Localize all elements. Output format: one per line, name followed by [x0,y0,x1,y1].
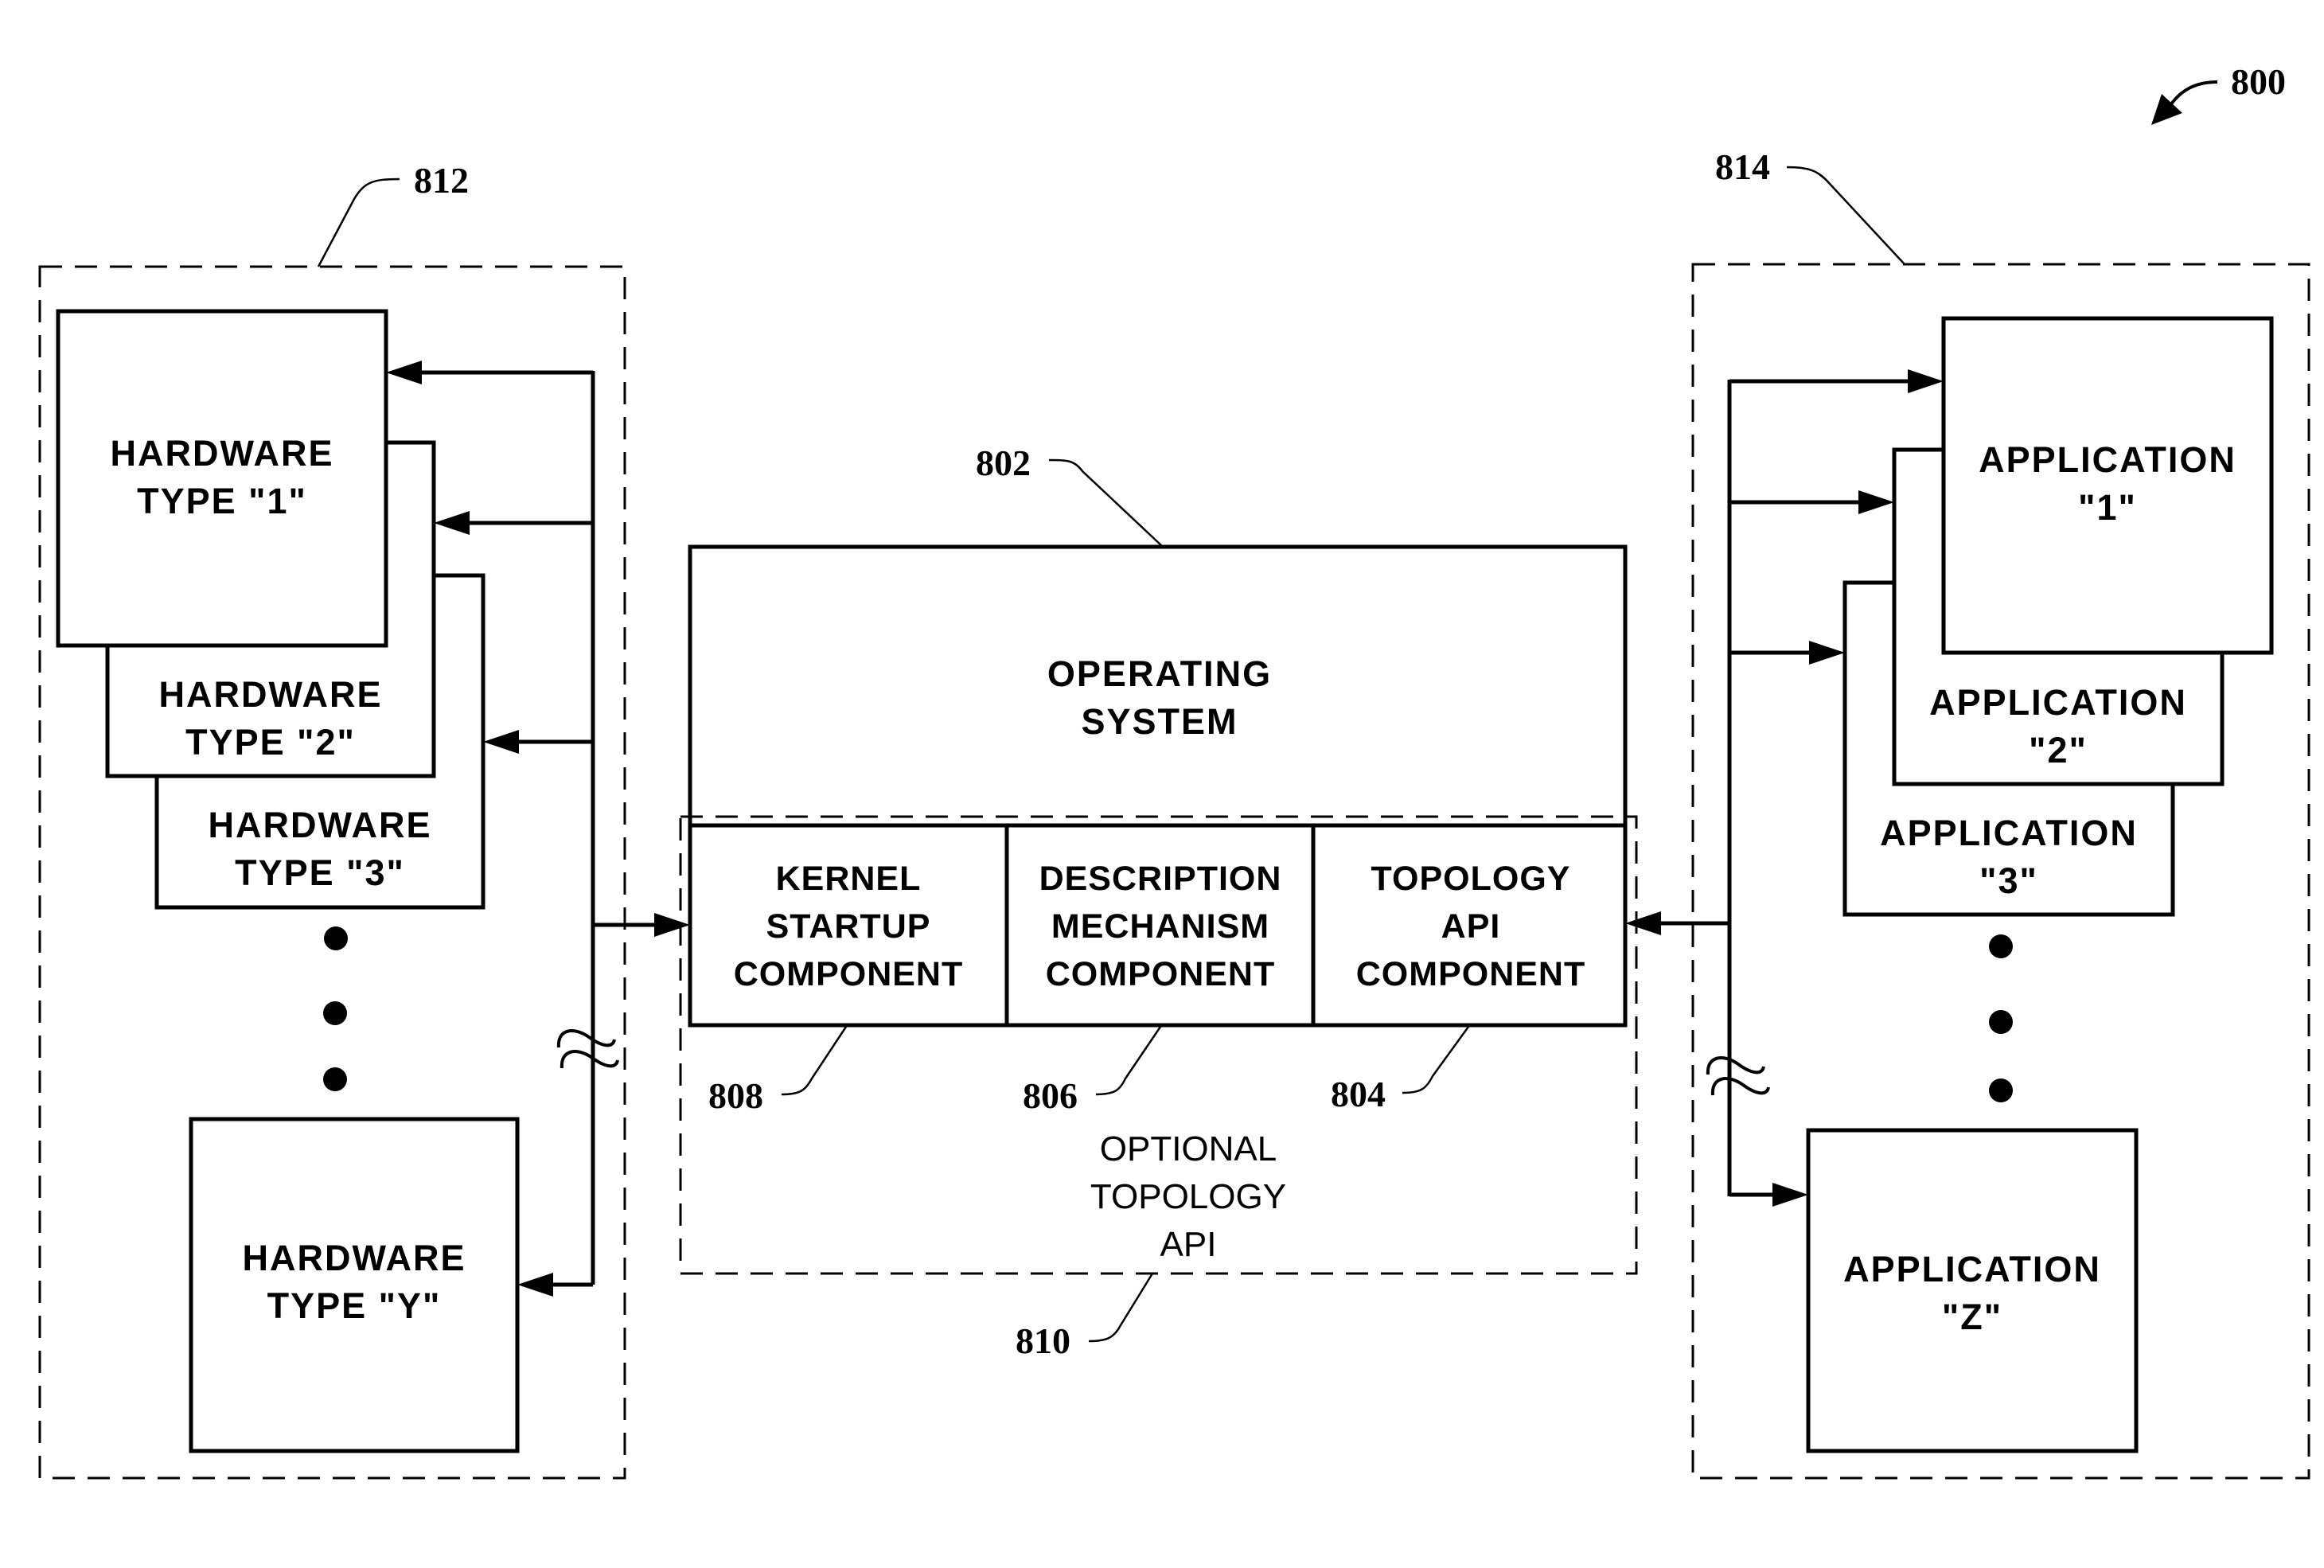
application-group: 814 APPLICATION "3" APPLICATION "2" APPL… [1625,146,2310,1480]
ellipsis-dot-icon [1989,1010,2013,1034]
arrow-to-topology-api-icon [1625,911,1661,935]
hardware-box-1-line2: TYPE "1" [137,481,307,521]
kernel-startup-line1: KERNEL [776,860,922,898]
kernel-startup-line3: COMPONENT [734,955,964,993]
optional-api-line1: OPTIONAL [1100,1129,1277,1168]
operating-system-leader [1048,458,1163,547]
topology-api-ref: 804 [1331,1074,1386,1114]
hardware-box-2-line2: TYPE "2" [185,722,356,763]
operating-system: 802 OPERATING SYSTEM KERNEL STARTUP COMP… [688,443,1628,1116]
application-box-2-line2: "2" [2029,730,2088,770]
description-mechanism-line3: COMPONENT [1046,955,1276,993]
hardware-box-3-line1: HARDWARE [209,805,432,845]
application-box-3-line1: APPLICATION [1880,813,2138,853]
hardware-group: 812 HARDWARE TYPE "3" HARDWARE TYPE "2" … [38,160,690,1480]
ellipsis-dot-icon [323,1067,347,1091]
operating-system-line1: OPERATING [1047,653,1272,694]
arrow-to-application-z-icon [1772,1183,1808,1207]
topology-api-line2: API [1441,907,1501,946]
kernel-startup-ref: 808 [708,1075,763,1116]
arrow-to-kernel-startup-icon [654,913,690,937]
optional-api-line3: API [1160,1225,1217,1264]
application-box-z-line1: APPLICATION [1843,1249,2101,1289]
arrow-to-application-2-icon [1858,490,1894,514]
description-mechanism-leader [1095,1026,1162,1096]
hardware-box-2-line1: HARDWARE [159,674,383,715]
hardware-box-1[interactable]: HARDWARE TYPE "1" [56,309,388,648]
application-box-1[interactable]: APPLICATION "1" [1941,316,2274,655]
arrow-to-hardware-3-icon [483,730,519,754]
hardware-box-y[interactable]: HARDWARE TYPE "Y" [189,1117,520,1453]
topology-api-component[interactable]: TOPOLOGY API COMPONENT [1315,827,1624,1024]
arrow-to-application-1-icon [1908,369,1944,393]
arrow-to-hardware-y-icon [517,1273,553,1297]
application-box-z-line2: "Z" [1942,1297,2002,1337]
figure-ref-label: 800 [2231,61,2286,102]
kernel-startup-leader [781,1026,848,1096]
arrow-to-application-3-icon [1809,641,1845,665]
application-box-3-line2: "3" [1979,860,2038,901]
hardware-group-ref: 812 [414,160,469,201]
application-box-z[interactable]: APPLICATION "Z" [1806,1128,2139,1453]
topology-diagram: 800 812 HARDWARE TYPE "3" HARDWARE TYPE … [38,61,2310,1480]
kernel-startup-line2: STARTUP [766,907,931,946]
arrow-to-hardware-1-icon [386,361,422,384]
figure-ref-800: 800 [2151,61,2286,125]
hardware-box-1-line1: HARDWARE [111,433,334,474]
figure-ref-arrow-line [2167,80,2218,109]
ellipsis-dot-icon [324,926,348,950]
topology-api-leader [1402,1026,1470,1094]
optional-api-line2: TOPOLOGY [1090,1177,1286,1216]
bus-break-icon [556,1027,619,1082]
optional-api-leader [1088,1273,1154,1343]
description-mechanism-component[interactable]: DESCRIPTION MECHANISM COMPONENT [1008,827,1312,1024]
operating-system-ref: 802 [976,443,1031,483]
kernel-startup-component[interactable]: KERNEL STARTUP COMPONENT [692,827,1005,1024]
operating-system-line2: SYSTEM [1081,701,1238,742]
application-box-1-line2: "1" [2078,487,2137,528]
arrow-to-hardware-2-icon [434,511,470,535]
application-box-1-line1: APPLICATION [1979,439,2236,480]
hardware-box-y-line2: TYPE "Y" [267,1285,442,1326]
description-mechanism-ref: 806 [1023,1075,1078,1116]
application-group-ref: 814 [1715,146,1770,187]
optional-api-ref: 810 [1016,1320,1070,1361]
ellipsis-dot-icon [1989,934,2013,958]
bus-break-icon [1706,1047,1770,1103]
application-box-2-line1: APPLICATION [1929,682,2187,723]
hardware-group-leader [317,177,400,267]
topology-api-line3: COMPONENT [1356,955,1586,993]
hardware-box-y-line1: HARDWARE [243,1238,466,1278]
application-group-leader [1786,166,1905,265]
description-mechanism-line1: DESCRIPTION [1039,860,1282,898]
ellipsis-dot-icon [323,1001,347,1025]
description-mechanism-line2: MECHANISM [1051,907,1269,946]
hardware-box-3-line2: TYPE "3" [235,852,405,893]
ellipsis-dot-icon [1989,1078,2013,1102]
topology-api-line1: TOPOLOGY [1371,860,1571,898]
